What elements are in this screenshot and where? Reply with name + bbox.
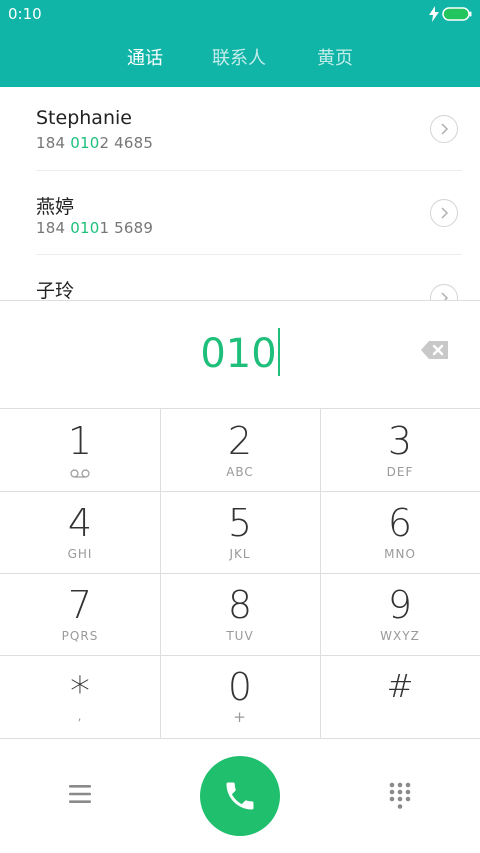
key-digit: 1 (67, 419, 93, 463)
number-prefix: 184 (36, 134, 71, 152)
key-letters: ABC (226, 465, 254, 479)
number-match: 010 (70, 219, 100, 237)
key-letters: TUV (226, 629, 254, 643)
key-digit: 7 (67, 583, 93, 627)
status-time: 0:10 (8, 5, 42, 23)
key-letters: MNO (384, 547, 416, 561)
text-cursor (277, 328, 280, 376)
key-digit: 6 (387, 501, 413, 545)
key-2[interactable]: 2 ABC (160, 409, 320, 491)
divider (36, 254, 462, 255)
key-digit: 2 (227, 419, 253, 463)
contact-row[interactable]: Stephanie 184 0102 4685 (0, 87, 480, 171)
dial-number-display[interactable]: 010 (0, 328, 480, 377)
bottom-bar (0, 739, 480, 853)
key-letters: JKL (229, 547, 251, 561)
key-0[interactable]: 0 + (160, 655, 320, 737)
tab-contacts[interactable]: 联系人 (212, 44, 266, 70)
key-9[interactable]: 9 WXYZ (320, 573, 480, 655)
tab-bar: 通话 联系人 黄页 (0, 44, 480, 72)
contact-name: 燕婷 (36, 196, 75, 218)
dialpad: 1 2 ABC 3 DEF 4 GHI 5 JKL 6 MNO 7 PQRS 8… (0, 409, 480, 739)
key-digit: 0 (227, 665, 253, 709)
dialed-digits: 010 (200, 331, 277, 377)
charging-icon (429, 6, 439, 22)
key-digit: 5 (227, 501, 253, 545)
key-letters: WXYZ (380, 629, 420, 643)
contact-detail-button[interactable] (430, 199, 458, 227)
number-match: 010 (70, 134, 100, 152)
contact-name: 子玲 (36, 280, 75, 301)
key-digit: 8 (227, 583, 253, 627)
key-letters: + (233, 708, 247, 726)
key-letters: DEF (386, 465, 414, 479)
key-letters: , (77, 709, 83, 723)
tab-yellow-pages[interactable]: 黄页 (317, 44, 353, 70)
contact-number: 184 0102 4685 (36, 134, 153, 152)
key-8[interactable]: 8 TUV (160, 573, 320, 655)
contact-detail-button[interactable] (430, 284, 458, 301)
number-suffix: 1 5689 (99, 219, 154, 237)
chevron-right-icon (441, 123, 449, 135)
key-letters: PQRS (61, 629, 99, 643)
contact-detail-button[interactable] (430, 115, 458, 143)
key-digit: 3 (387, 419, 413, 463)
backspace-icon[interactable] (420, 339, 450, 361)
voicemail-icon (70, 469, 90, 478)
chevron-right-icon (441, 207, 449, 219)
number-prefix: 184 (36, 219, 71, 237)
status-bar: 0:10 (0, 0, 480, 28)
key-digit: 9 (387, 583, 413, 627)
key-digit: 4 (67, 501, 93, 545)
key-star[interactable]: * , (0, 655, 160, 737)
contact-name: Stephanie (36, 107, 132, 129)
key-hash[interactable]: # (320, 655, 480, 737)
contact-row[interactable]: 燕婷 184 0101 5689 (0, 171, 480, 255)
call-button[interactable] (200, 756, 280, 836)
tab-calls[interactable]: 通话 (127, 44, 163, 70)
key-4[interactable]: 4 GHI (0, 491, 160, 573)
contact-suggestions: Stephanie 184 0102 4685 燕婷 184 0101 5689… (0, 87, 480, 301)
phone-icon (226, 782, 254, 810)
battery-icon (442, 7, 472, 21)
key-letters: GHI (67, 547, 93, 561)
key-3[interactable]: 3 DEF (320, 409, 480, 491)
app-header: 0:10 通话 联系人 黄页 (0, 0, 480, 87)
contact-number: 184 0101 5689 (36, 219, 153, 237)
number-suffix: 2 4685 (99, 134, 154, 152)
dialpad-icon[interactable] (389, 782, 411, 810)
key-5[interactable]: 5 JKL (160, 491, 320, 573)
contact-row[interactable]: 子玲 (0, 256, 480, 301)
key-6[interactable]: 6 MNO (320, 491, 480, 573)
key-1[interactable]: 1 (0, 409, 160, 491)
menu-icon[interactable] (69, 784, 91, 804)
dial-input-area: 010 (0, 300, 480, 409)
key-7[interactable]: 7 PQRS (0, 573, 160, 655)
key-digit: # (386, 667, 414, 705)
